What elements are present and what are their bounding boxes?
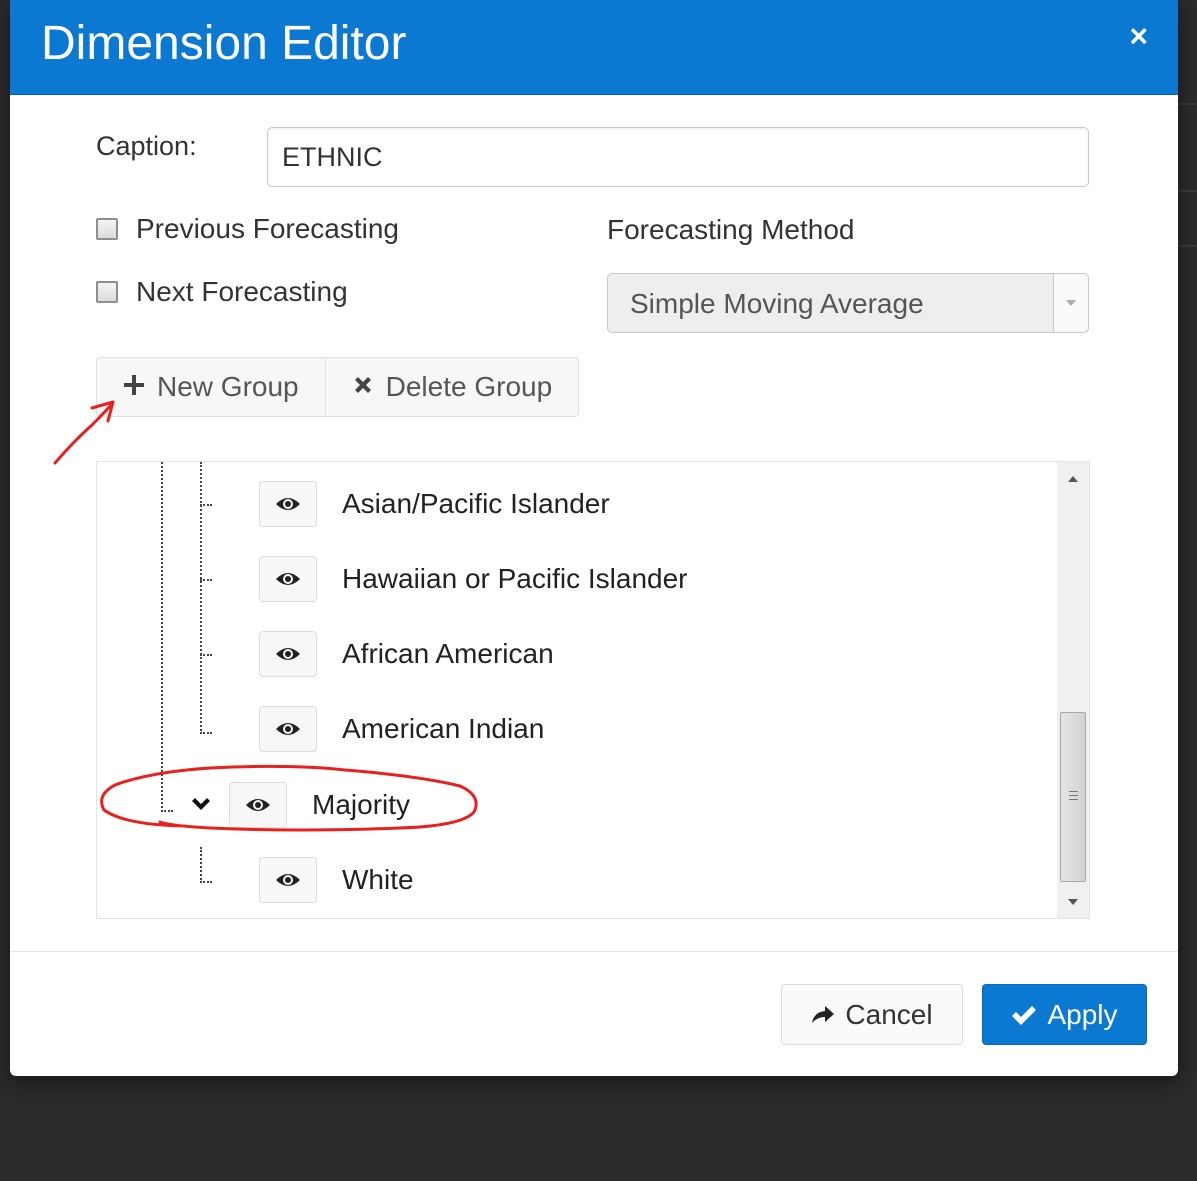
tree-item[interactable]: African American	[259, 631, 554, 677]
chevron-down-icon[interactable]	[1053, 274, 1088, 332]
grip-icon	[1069, 791, 1078, 801]
expand-toggle[interactable]	[181, 797, 221, 813]
apply-label: Apply	[1047, 998, 1118, 1030]
forecasting-method-label: Forecasting Method	[607, 214, 855, 245]
tree-connector	[200, 732, 212, 734]
dialog-title: Dimension Editor	[41, 17, 407, 70]
plus-icon	[123, 371, 145, 403]
tree-scrollbar[interactable]	[1057, 462, 1089, 918]
tree-item[interactable]: Asian/Pacific Islander	[259, 481, 610, 527]
dialog-footer: Cancel Apply	[10, 951, 1178, 1076]
forecasting-method-select[interactable]: Simple Moving Average	[607, 273, 1089, 333]
delete-icon	[352, 371, 374, 403]
chevron-down-icon	[192, 798, 210, 810]
tree-connector	[161, 462, 163, 812]
previous-forecasting-option[interactable]: Previous Forecasting	[96, 213, 399, 245]
group-tree: Asian/Pacific Islander Hawaiian or Pacif…	[96, 461, 1090, 919]
eye-icon	[276, 573, 300, 585]
eye-icon	[276, 723, 300, 735]
delete-group-label: Delete Group	[385, 371, 553, 402]
caption-label: Caption:	[96, 131, 197, 161]
tree-item-label: White	[342, 864, 414, 895]
tree-connector	[200, 881, 212, 883]
caption-input[interactable]	[267, 127, 1089, 187]
scroll-thumb[interactable]	[1060, 712, 1086, 882]
forecasting-method-value: Simple Moving Average	[630, 288, 924, 319]
visibility-toggle-button[interactable]	[259, 481, 317, 527]
dimension-editor-dialog: Dimension Editor × Caption: Previous For…	[10, 0, 1178, 1076]
next-forecasting-option[interactable]: Next Forecasting	[96, 276, 348, 308]
checkmark-icon	[1011, 1004, 1037, 1026]
apply-button[interactable]: Apply	[982, 984, 1147, 1045]
visibility-toggle-button[interactable]	[259, 631, 317, 677]
tree-item[interactable]: Hawaiian or Pacific Islander	[259, 556, 688, 602]
eye-icon	[276, 648, 300, 660]
close-icon: ×	[1129, 18, 1148, 54]
scroll-down-arrow[interactable]	[1057, 886, 1089, 918]
tree-connector	[200, 504, 212, 506]
previous-forecasting-label: Previous Forecasting	[136, 213, 400, 244]
tree-item-label: American Indian	[342, 713, 545, 744]
tree-connector	[161, 810, 173, 812]
group-toolbar: New Group Delete Group	[96, 357, 580, 417]
previous-forecasting-checkbox[interactable]	[96, 218, 118, 240]
tree-item-label: African American	[342, 638, 554, 669]
new-group-button[interactable]: New Group	[97, 358, 325, 416]
share-arrow-icon	[811, 1005, 835, 1025]
eye-icon	[246, 799, 270, 811]
tree-connector	[200, 579, 212, 581]
visibility-toggle-button[interactable]	[259, 857, 317, 903]
new-group-label: New Group	[157, 371, 299, 402]
scroll-up-arrow[interactable]	[1057, 462, 1089, 494]
tree-item[interactable]: White	[259, 857, 414, 903]
next-forecasting-checkbox[interactable]	[96, 281, 118, 303]
cancel-button[interactable]: Cancel	[781, 984, 963, 1045]
eye-icon	[276, 874, 300, 886]
next-forecasting-label: Next Forecasting	[136, 276, 348, 307]
tree-item-label: Asian/Pacific Islander	[342, 488, 610, 519]
visibility-toggle-button[interactable]	[229, 782, 287, 828]
delete-group-button[interactable]: Delete Group	[324, 358, 579, 416]
tree-item[interactable]: American Indian	[259, 706, 544, 752]
tree-group-item[interactable]: Majority	[181, 782, 410, 828]
cancel-label: Cancel	[845, 998, 933, 1030]
close-button[interactable]: ×	[1129, 16, 1148, 56]
tree-item-label: Majority	[312, 789, 411, 820]
tree-item-label: Hawaiian or Pacific Islander	[342, 563, 688, 594]
eye-icon	[276, 498, 300, 510]
visibility-toggle-button[interactable]	[259, 706, 317, 752]
tree-connector	[200, 654, 212, 656]
dialog-titlebar: Dimension Editor ×	[10, 0, 1178, 95]
tree-connector	[200, 847, 202, 883]
tree-connector	[200, 462, 202, 734]
visibility-toggle-button[interactable]	[259, 556, 317, 602]
